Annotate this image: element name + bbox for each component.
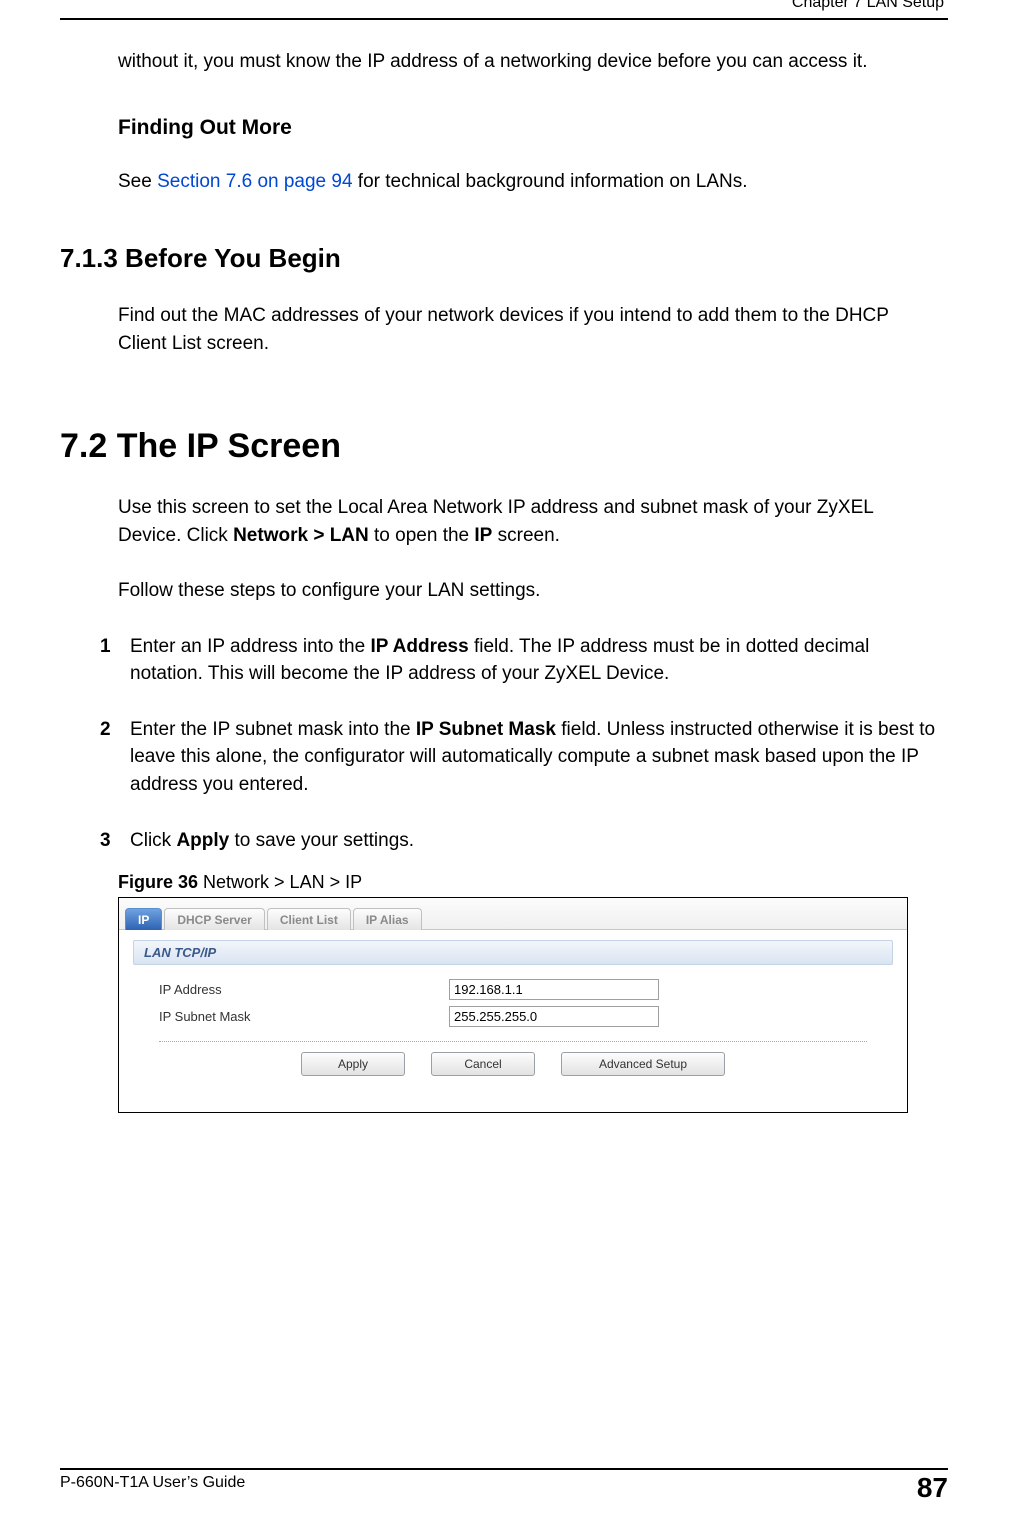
step-num: 3: [100, 827, 130, 855]
label-ip-subnet-mask: IP Subnet Mask: [159, 1009, 449, 1024]
finding-out-more-body: See Section 7.6 on page 94 for technical…: [118, 168, 938, 196]
step-3: 3 Click Apply to save your settings.: [100, 827, 938, 855]
tab-dhcp-server[interactable]: DHCP Server: [164, 908, 264, 930]
step-bold: IP Address: [370, 636, 468, 657]
s72-p1-post: screen.: [492, 525, 560, 546]
figure-caption-text: Network > LAN > IP: [198, 872, 362, 892]
step-pre: Click: [130, 830, 176, 851]
step-1: 1 Enter an IP address into the IP Addres…: [100, 633, 938, 688]
row-ip-subnet-mask: IP Subnet Mask: [159, 1006, 893, 1027]
step-pre: Enter an IP address into the: [130, 636, 370, 657]
fom-link[interactable]: Section 7.6 on page 94: [157, 171, 352, 192]
finding-out-more-heading: Finding Out More: [118, 116, 948, 140]
heading-7-2: 7.2 The IP Screen: [60, 427, 948, 466]
figure-label: Figure 36: [118, 872, 198, 892]
page-number: 87: [917, 1472, 948, 1504]
input-ip-address[interactable]: [449, 979, 659, 1000]
section-banner-lan-tcpip: LAN TCP/IP: [133, 940, 893, 965]
page-footer: P-660N-T1A User’s Guide 87: [60, 1468, 948, 1504]
fom-post: for technical background information on …: [353, 171, 748, 192]
step-num: 2: [100, 716, 130, 799]
body-7-1-3: Find out the MAC addresses of your netwo…: [118, 302, 938, 357]
dotted-separator: [159, 1041, 867, 1042]
s72-p1: Use this screen to set the Local Area Ne…: [118, 494, 938, 549]
row-ip-address: IP Address: [159, 979, 893, 1000]
tab-bar: IP DHCP Server Client List IP Alias: [119, 898, 907, 930]
input-ip-subnet-mask[interactable]: [449, 1006, 659, 1027]
step-text: Enter the IP subnet mask into the IP Sub…: [130, 716, 938, 799]
tab-client-list[interactable]: Client List: [267, 908, 351, 930]
top-rule: [60, 18, 948, 20]
step-num: 1: [100, 633, 130, 688]
label-ip-address: IP Address: [159, 982, 449, 997]
s72-p1-bold2: IP: [474, 525, 492, 546]
s72-p1-bold1: Network > LAN: [233, 525, 369, 546]
s72-p2: Follow these steps to configure your LAN…: [118, 577, 938, 605]
fom-pre: See: [118, 171, 157, 192]
step-bold: IP Subnet Mask: [416, 719, 556, 740]
chapter-header: Chapter 7 LAN Setup: [60, 0, 948, 12]
footer-guide-title: P-660N-T1A User’s Guide: [60, 1474, 245, 1492]
step-bold: Apply: [176, 830, 229, 851]
step-text: Enter an IP address into the IP Address …: [130, 633, 938, 688]
figure-screenshot: IP DHCP Server Client List IP Alias LAN …: [118, 897, 908, 1113]
heading-7-1-3: 7.1.3 Before You Begin: [60, 243, 948, 274]
intro-continued: without it, you must know the IP address…: [118, 48, 938, 76]
footer-rule: [60, 1468, 948, 1470]
figure-caption: Figure 36 Network > LAN > IP: [118, 872, 948, 893]
form-area: IP Address IP Subnet Mask: [159, 979, 893, 1027]
step-post: to save your settings.: [229, 830, 414, 851]
step-2: 2 Enter the IP subnet mask into the IP S…: [100, 716, 938, 799]
button-row: Apply Cancel Advanced Setup: [119, 1052, 907, 1076]
s72-p1-mid: to open the: [369, 525, 475, 546]
cancel-button[interactable]: Cancel: [431, 1052, 535, 1076]
step-text: Click Apply to save your settings.: [130, 827, 938, 855]
advanced-setup-button[interactable]: Advanced Setup: [561, 1052, 725, 1076]
apply-button[interactable]: Apply: [301, 1052, 405, 1076]
step-pre: Enter the IP subnet mask into the: [130, 719, 416, 740]
tab-ip-alias[interactable]: IP Alias: [353, 908, 422, 930]
tab-ip[interactable]: IP: [125, 908, 162, 930]
